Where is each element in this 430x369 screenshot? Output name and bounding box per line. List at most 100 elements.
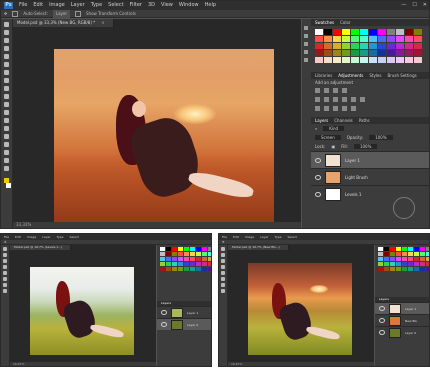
properties-panel-icon[interactable] (303, 34, 308, 38)
tab-layers[interactable]: Layers (379, 297, 389, 302)
color-swatch[interactable] (166, 257, 171, 261)
eye-icon[interactable] (379, 330, 385, 335)
color-swatch[interactable] (202, 252, 207, 256)
color-swatch[interactable] (426, 262, 429, 266)
color-swatch[interactable] (324, 50, 332, 56)
path-select-tool-icon[interactable] (4, 142, 9, 147)
color-swatch[interactable] (324, 43, 332, 49)
close-tab-icon[interactable]: × (101, 20, 104, 25)
color-swatch[interactable] (333, 36, 341, 42)
color-swatch[interactable] (378, 50, 386, 56)
document-tab[interactable]: Model.psd @ 16,7% (Levels 1...) (10, 245, 72, 250)
color-swatch[interactable] (342, 29, 350, 35)
brush-tool-icon[interactable] (4, 78, 9, 83)
color-swatch[interactable] (387, 43, 395, 49)
color-swatch[interactable] (426, 252, 429, 256)
menu-layer[interactable]: Layer (71, 1, 85, 10)
search-icon[interactable]: ⌕ (315, 126, 317, 131)
menu-help[interactable]: Help (205, 1, 216, 10)
hue-saturation-icon[interactable] (324, 97, 329, 102)
color-swatch[interactable] (387, 29, 395, 35)
type-tool-icon[interactable] (3, 283, 7, 287)
vibrance-icon[interactable] (315, 97, 320, 102)
color-swatch[interactable] (184, 247, 189, 251)
history-panel-icon[interactable] (303, 26, 308, 30)
color-swatch[interactable] (408, 252, 413, 256)
canvas-image[interactable] (54, 49, 274, 228)
character-panel-icon[interactable] (303, 42, 308, 46)
zoom-tool-icon[interactable] (3, 289, 7, 293)
color-swatch[interactable] (378, 29, 386, 35)
marquee-tool-icon[interactable] (3, 253, 7, 257)
color-swatch[interactable] (208, 257, 211, 261)
crop-tool-icon[interactable] (4, 54, 9, 59)
menu-window[interactable]: Window (179, 1, 199, 10)
color-swatch[interactable] (360, 29, 368, 35)
maximize-button[interactable]: ☐ (412, 1, 416, 10)
menu-3d[interactable]: 3D (148, 1, 155, 10)
color-swatch[interactable] (166, 267, 171, 271)
dodge-tool-icon[interactable] (4, 118, 9, 123)
stamp-tool-icon[interactable] (4, 86, 9, 91)
shape-tool-icon[interactable] (4, 150, 9, 155)
invert-icon[interactable] (315, 106, 320, 111)
eye-icon[interactable] (315, 157, 321, 163)
eye-icon[interactable] (379, 318, 385, 323)
color-swatch[interactable] (333, 50, 341, 56)
color-swatch[interactable] (333, 57, 341, 63)
color-balance-icon[interactable] (333, 97, 338, 102)
lasso-tool-icon[interactable] (3, 259, 7, 263)
color-swatch[interactable] (172, 257, 177, 261)
color-swatch[interactable] (178, 267, 183, 271)
color-swatch[interactable] (402, 267, 407, 271)
color-swatch[interactable] (342, 43, 350, 49)
color-swatch[interactable] (324, 36, 332, 42)
color-swatch[interactable] (190, 257, 195, 261)
layer-row[interactable]: Layer 0 (375, 326, 429, 338)
type-tool-icon[interactable] (221, 283, 225, 287)
color-swatch[interactable] (315, 50, 323, 56)
color-swatch[interactable] (408, 267, 413, 271)
menu-view[interactable]: View (161, 1, 173, 10)
layer-row[interactable]: Layer 0 (157, 318, 211, 330)
paragraph-panel-icon[interactable] (303, 50, 308, 54)
color-swatch[interactable] (172, 262, 177, 266)
tab-libraries[interactable]: Libraries (315, 72, 332, 79)
quick-select-tool-icon[interactable] (4, 46, 9, 51)
color-swatch[interactable] (360, 36, 368, 42)
color-swatch[interactable] (208, 252, 211, 256)
eye-icon[interactable] (379, 306, 385, 311)
exposure-icon[interactable] (342, 88, 347, 93)
color-swatch[interactable] (396, 247, 401, 251)
color-swatch[interactable] (402, 247, 407, 251)
color-swatch[interactable] (190, 267, 195, 271)
color-swatch[interactable] (360, 57, 368, 63)
move-tool-icon[interactable]: ✥ (4, 10, 7, 18)
color-swatch[interactable] (378, 267, 383, 271)
tab-layers[interactable]: Layers (161, 301, 171, 306)
color-swatch[interactable] (420, 267, 425, 271)
color-swatch[interactable] (402, 257, 407, 261)
color-swatch[interactable] (390, 267, 395, 271)
color-swatch[interactable] (342, 57, 350, 63)
move-tool-icon[interactable]: ✥ (222, 240, 225, 245)
color-swatch[interactable] (414, 252, 419, 256)
color-swatch[interactable] (384, 262, 389, 266)
color-swatch[interactable] (178, 252, 183, 256)
color-swatch[interactable] (396, 267, 401, 271)
color-swatch[interactable] (396, 57, 404, 63)
move-tool-icon[interactable]: ✥ (4, 240, 7, 245)
eye-icon[interactable] (315, 174, 321, 180)
color-swatch[interactable] (378, 247, 383, 251)
type-tool-icon[interactable] (4, 134, 9, 139)
color-swatch[interactable] (166, 252, 171, 256)
tab-channels[interactable]: Channels (334, 117, 353, 124)
opacity-field[interactable]: 100% (369, 135, 393, 140)
color-swatch[interactable] (414, 29, 422, 35)
color-swatch[interactable] (172, 267, 177, 271)
canvas-image[interactable] (30, 267, 134, 355)
eye-icon[interactable] (161, 322, 167, 327)
color-swatch[interactable] (178, 247, 183, 251)
color-swatch[interactable] (408, 247, 413, 251)
channel-mixer-icon[interactable] (360, 97, 365, 102)
